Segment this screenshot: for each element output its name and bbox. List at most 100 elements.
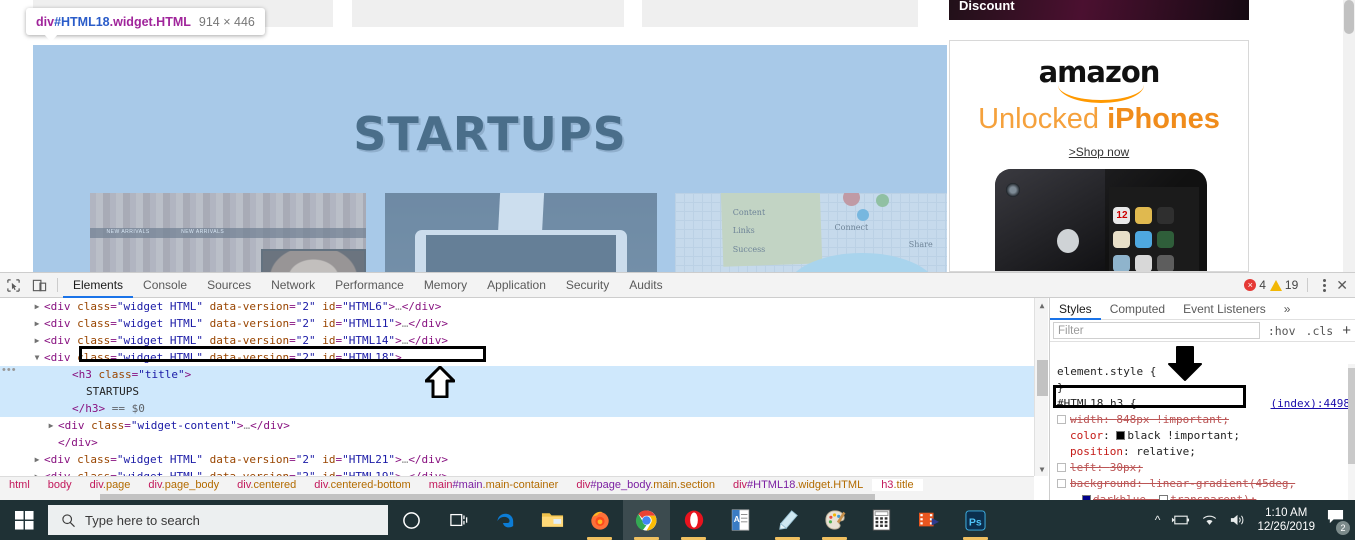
breadcrumb-item[interactable]: html xyxy=(0,479,39,491)
photoshop-icon[interactable]: Ps xyxy=(952,500,999,540)
css-source-link[interactable]: (index):4498 xyxy=(1271,396,1350,412)
dom-node-row[interactable]: </h3> == $0 xyxy=(0,400,1034,417)
css-declaration[interactable]: width: 848px !important; xyxy=(1050,412,1355,428)
devtools-tab-security[interactable]: Security xyxy=(556,273,619,298)
css-selector[interactable]: #HTML18 h3 {(index):4498 xyxy=(1050,396,1355,412)
page-scrollbar-thumb[interactable] xyxy=(1344,0,1354,34)
chrome-icon[interactable] xyxy=(623,500,670,540)
devtools-tab-sources[interactable]: Sources xyxy=(197,273,261,298)
breadcrumb-item[interactable]: div#page_body.main.section xyxy=(567,479,724,491)
dom-scrollbar-thumb[interactable] xyxy=(1037,360,1048,396)
devtools-tab-application[interactable]: Application xyxy=(477,273,556,298)
devtools-tab-memory[interactable]: Memory xyxy=(414,273,477,298)
styles-filter-input[interactable]: Filter xyxy=(1053,322,1260,339)
styles-tab-event-listeners[interactable]: Event Listeners xyxy=(1174,298,1275,320)
styles-tab-computed[interactable]: Computed xyxy=(1101,298,1174,320)
dom-node-row[interactable]: ▶<div class="widget HTML" data-version="… xyxy=(0,298,1034,315)
devtools-tab-performance[interactable]: Performance xyxy=(325,273,414,298)
paint-icon[interactable] xyxy=(811,500,858,540)
dom-node-row[interactable]: <h3 class="title"> xyxy=(0,366,1034,383)
calculator-icon[interactable] xyxy=(858,500,905,540)
styles-tab-»[interactable]: » xyxy=(1275,298,1300,320)
notifications-button[interactable]: 2 xyxy=(1326,509,1350,535)
expand-triangle-icon[interactable]: ▶ xyxy=(32,451,42,468)
scroll-down-icon[interactable]: ▼ xyxy=(1035,462,1049,476)
warning-badge[interactable]: 19 xyxy=(1269,278,1298,292)
battery-icon[interactable] xyxy=(1171,513,1190,527)
color-swatch[interactable] xyxy=(1116,431,1126,440)
expand-triangle-icon[interactable]: ▶ xyxy=(32,468,42,476)
task-view-icon[interactable] xyxy=(435,500,482,540)
declaration-checkbox[interactable] xyxy=(1057,479,1066,488)
expand-triangle-icon[interactable]: ▶ xyxy=(46,417,56,434)
highlighted-widget-html18[interactable]: STARTUPS NEW ARRIVALS NEW ARRIVALS BECOM… xyxy=(33,45,947,272)
styles-scrollbar[interactable] xyxy=(1348,364,1355,501)
breadcrumb-item[interactable]: body xyxy=(39,479,81,491)
card-blog[interactable]: Content Links Success Connect Share BLOG xyxy=(675,193,947,272)
word-icon[interactable]: A xyxy=(717,500,764,540)
hov-toggle[interactable]: :hov xyxy=(1263,324,1301,338)
video-editor-icon[interactable] xyxy=(905,500,952,540)
card-clothing-store[interactable]: NEW ARRIVALS NEW ARRIVALS xyxy=(90,193,366,272)
cortana-icon[interactable] xyxy=(388,500,435,540)
cls-toggle[interactable]: .cls xyxy=(1301,324,1339,338)
opera-icon[interactable] xyxy=(670,500,717,540)
device-toolbar-icon[interactable] xyxy=(26,273,52,298)
scroll-up-icon[interactable]: ▲ xyxy=(1035,298,1049,312)
devtools-tab-elements[interactable]: Elements xyxy=(63,273,133,298)
styles-scrollbar-thumb[interactable] xyxy=(1348,368,1355,464)
volume-icon[interactable] xyxy=(1229,513,1246,527)
breadcrumb-item[interactable]: div.page xyxy=(81,479,140,491)
breadcrumb-item[interactable]: h3.title xyxy=(872,479,923,491)
amazon-shop-now-link[interactable]: >Shop now xyxy=(950,145,1248,159)
css-selector[interactable]: element.style { xyxy=(1050,364,1355,380)
firefox-icon[interactable] xyxy=(576,500,623,540)
search-input[interactable]: Type here to search xyxy=(48,505,388,535)
clock[interactable]: 1:10 AM 12/26/2019 xyxy=(1257,506,1315,534)
devtools-more-menu-icon[interactable] xyxy=(1317,278,1332,292)
ad-discount-banner[interactable]: Discount xyxy=(949,0,1249,20)
css-declaration[interactable]: background: linear-gradient(45deg, xyxy=(1050,476,1355,492)
dom-tree[interactable]: ▶ <div class="widget HTML" data-version="… xyxy=(0,298,1034,476)
dom-node-row[interactable]: ▶<div class="widget HTML" data-version="… xyxy=(0,468,1034,476)
dom-node-row[interactable]: ▶ <div class="widget-content">…</div> xyxy=(0,417,1034,434)
dom-node-row[interactable]: ▼ <div class="widget HTML" data-version="… xyxy=(0,349,1034,366)
page-scrollbar[interactable] xyxy=(1343,0,1355,272)
css-declaration[interactable]: left: 30px; xyxy=(1050,460,1355,476)
inspect-element-icon[interactable] xyxy=(0,273,26,298)
dom-node-row[interactable]: ▶<div class="widget HTML" data-version="… xyxy=(0,451,1034,468)
css-declaration[interactable]: color: black !important; xyxy=(1050,428,1355,444)
dom-node-row[interactable]: ▶<div class="widget HTML" data-version="… xyxy=(0,315,1034,332)
css-rules-list[interactable]: element.style {} #HTML18 h3 {(index):4498… xyxy=(1050,364,1355,501)
dom-node-row[interactable]: ▶<div class="widget HTML" data-version="… xyxy=(0,332,1034,349)
card-become-a-millionaire[interactable]: BECOME A MILLIONAIRE xyxy=(385,193,657,272)
expand-triangle-icon[interactable]: ▶ xyxy=(32,315,42,332)
breadcrumb-item[interactable]: div#HTML18.widget.HTML xyxy=(724,479,872,491)
expand-triangle-icon[interactable]: ▼ xyxy=(32,349,42,366)
declaration-checkbox[interactable] xyxy=(1057,415,1066,424)
css-declaration[interactable]: position: relative; xyxy=(1050,444,1355,460)
new-style-rule-button[interactable]: + xyxy=(1338,322,1355,339)
edge-icon[interactable] xyxy=(482,500,529,540)
breadcrumb-item[interactable]: div.centered-bottom xyxy=(305,479,419,491)
breadcrumb-item[interactable]: div.centered xyxy=(228,479,305,491)
dom-tree-scrollbar[interactable]: ▲ ▼ xyxy=(1034,298,1048,476)
dom-node-row[interactable]: </div> xyxy=(0,434,1034,451)
start-button[interactable] xyxy=(0,500,48,540)
sticky-notes-icon[interactable] xyxy=(764,500,811,540)
breadcrumb-item[interactable]: main#main.main-container xyxy=(420,479,568,491)
declaration-checkbox[interactable] xyxy=(1057,463,1066,472)
devtools-tab-network[interactable]: Network xyxy=(261,273,325,298)
chevron-up-icon[interactable]: ^ xyxy=(1155,513,1161,527)
expand-triangle-icon[interactable]: ▶ xyxy=(32,332,42,349)
styles-tab-styles[interactable]: Styles xyxy=(1050,298,1101,320)
expand-triangle-icon[interactable]: ▶ xyxy=(32,298,42,315)
dom-node-row[interactable]: STARTUPS xyxy=(0,383,1034,400)
breadcrumb[interactable]: html body div.page div.page_body div.centere… xyxy=(0,476,1034,493)
devtools-close-icon[interactable]: ✕ xyxy=(1336,277,1348,294)
breadcrumb-item[interactable]: div.page_body xyxy=(139,479,228,491)
devtools-tab-console[interactable]: Console xyxy=(133,273,197,298)
wifi-icon[interactable] xyxy=(1201,513,1218,527)
file-explorer-icon[interactable] xyxy=(529,500,576,540)
error-badge[interactable]: × 4 xyxy=(1244,278,1266,292)
